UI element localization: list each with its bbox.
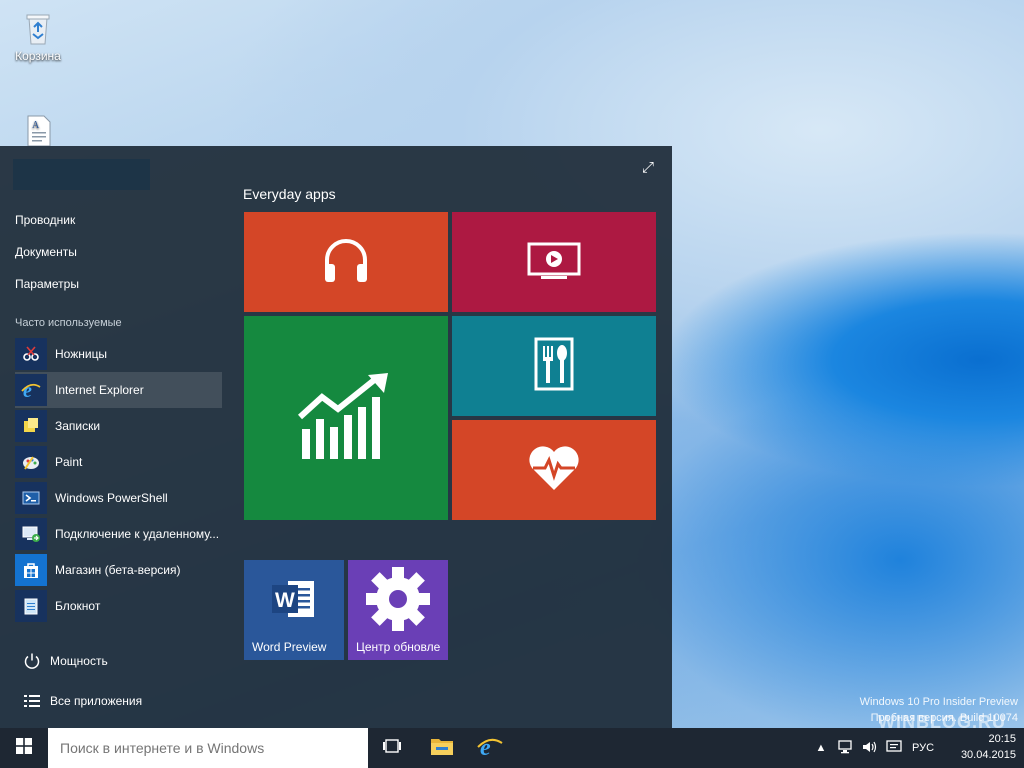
place-explorer[interactable]: Проводник [15, 212, 79, 244]
powershell-icon [15, 482, 47, 514]
taskbar-clock[interactable]: 20:15 30.04.2015 [961, 731, 1016, 763]
fork-knife-icon [534, 337, 574, 396]
remote-desktop-icon [15, 518, 47, 550]
tile-video[interactable] [452, 212, 656, 312]
input-language-indicator[interactable]: РУС [912, 742, 934, 754]
app-item-paint[interactable]: Paint [15, 444, 222, 480]
tile-food[interactable] [452, 316, 656, 416]
taskbar-search-box[interactable] [48, 728, 368, 768]
app-item-label: Записки [55, 419, 101, 433]
recycle-bin-icon [20, 10, 56, 46]
power-button[interactable]: Мощность [23, 652, 108, 670]
clock-time: 20:15 [988, 733, 1016, 745]
network-icon[interactable] [838, 739, 854, 757]
taskbar-file-explorer[interactable] [418, 728, 466, 768]
word-icon: W [270, 577, 318, 626]
app-item-internet-explorer[interactable]: e Internet Explorer [15, 372, 222, 408]
app-item-label: Internet Explorer [55, 383, 144, 397]
frequent-apps-heading: Часто используемые [15, 317, 122, 329]
search-input[interactable] [48, 728, 368, 768]
tile-health[interactable] [452, 420, 656, 520]
folder-icon [430, 736, 454, 761]
tile-word-preview[interactable]: W Word Preview [244, 560, 344, 660]
growth-chart-icon [297, 371, 394, 466]
start-menu: ⤢ Проводник Документы Параметры Часто ис… [0, 146, 672, 728]
app-item-label: Подключение к удаленному... [55, 527, 220, 541]
gear-icon [362, 563, 434, 640]
taskbar: e ▲ РУС 20:15 30.04.2015 [0, 728, 1024, 768]
tile-label: Центр обновле [356, 640, 441, 654]
app-item-label: Блокнот [55, 599, 101, 613]
tile-group-title: Everyday apps [243, 186, 336, 202]
show-hidden-icons-chevron-up-icon[interactable]: ▲ [814, 742, 828, 754]
paint-icon [15, 446, 47, 478]
app-item-powershell[interactable]: Windows PowerShell [15, 480, 222, 516]
taskbar-internet-explorer[interactable]: e [466, 728, 514, 768]
svg-text:e: e [480, 735, 491, 758]
user-account-button[interactable] [13, 159, 150, 190]
all-apps-label: Все приложения [50, 694, 143, 708]
system-tray: ▲ РУС [814, 728, 934, 768]
heart-pulse-icon [527, 444, 581, 497]
svg-text:W: W [275, 589, 295, 612]
app-item-remote-desktop[interactable]: Подключение к удаленному... [15, 516, 222, 552]
app-item-label: Paint [55, 455, 83, 469]
app-item-store[interactable]: Магазин (бета-версия) [15, 552, 222, 588]
desktop-icon-recycle-bin[interactable]: Корзина [10, 10, 66, 63]
start-button[interactable] [0, 728, 48, 768]
store-icon [15, 554, 47, 586]
clock-date: 30.04.2015 [960, 749, 1016, 761]
app-item-label: Магазин (бета-версия) [55, 563, 181, 577]
place-documents[interactable]: Документы [15, 244, 79, 276]
svg-text:e: e [23, 380, 32, 401]
document-icon: A [20, 114, 56, 150]
power-icon [23, 652, 41, 670]
start-places-list: Проводник Документы Параметры [15, 212, 79, 308]
tile-finance[interactable] [244, 316, 448, 520]
internet-explorer-icon: e [15, 374, 47, 406]
list-icon [23, 692, 41, 710]
tile-label: Word Preview [252, 640, 327, 654]
scissors-icon [15, 338, 47, 370]
headphones-icon [321, 234, 371, 291]
notepad-icon [15, 590, 47, 622]
tile-music[interactable] [244, 212, 448, 312]
desktop-icon-label: Корзина [15, 49, 61, 63]
internet-explorer-icon: e [477, 734, 503, 763]
windows-logo-icon [16, 737, 32, 759]
task-view-icon [382, 738, 402, 759]
app-item-snipping-tool[interactable]: Ножницы [15, 336, 222, 372]
volume-icon[interactable] [862, 740, 878, 757]
video-player-icon [527, 240, 581, 285]
task-view-button[interactable] [368, 728, 416, 768]
app-item-label: Windows PowerShell [55, 491, 168, 505]
frequent-apps-list: Ножницы e Internet Explorer Записки Pain… [15, 336, 222, 624]
all-apps-button[interactable]: Все приложения [23, 692, 142, 710]
app-item-sticky-notes[interactable]: Записки [15, 408, 222, 444]
sticky-notes-icon [15, 410, 47, 442]
expand-fullscreen-icon[interactable]: ⤢ [642, 160, 658, 176]
watermark-line-1: Windows 10 Pro Insider Preview [859, 696, 1018, 708]
app-item-notepad[interactable]: Блокнот [15, 588, 222, 624]
action-center-icon[interactable] [886, 739, 902, 757]
power-label: Мощность [50, 654, 108, 668]
svg-text:A: A [32, 120, 40, 131]
tile-update-center[interactable]: Центр обновле [348, 560, 448, 660]
app-item-label: Ножницы [55, 347, 108, 361]
place-settings[interactable]: Параметры [15, 276, 79, 308]
